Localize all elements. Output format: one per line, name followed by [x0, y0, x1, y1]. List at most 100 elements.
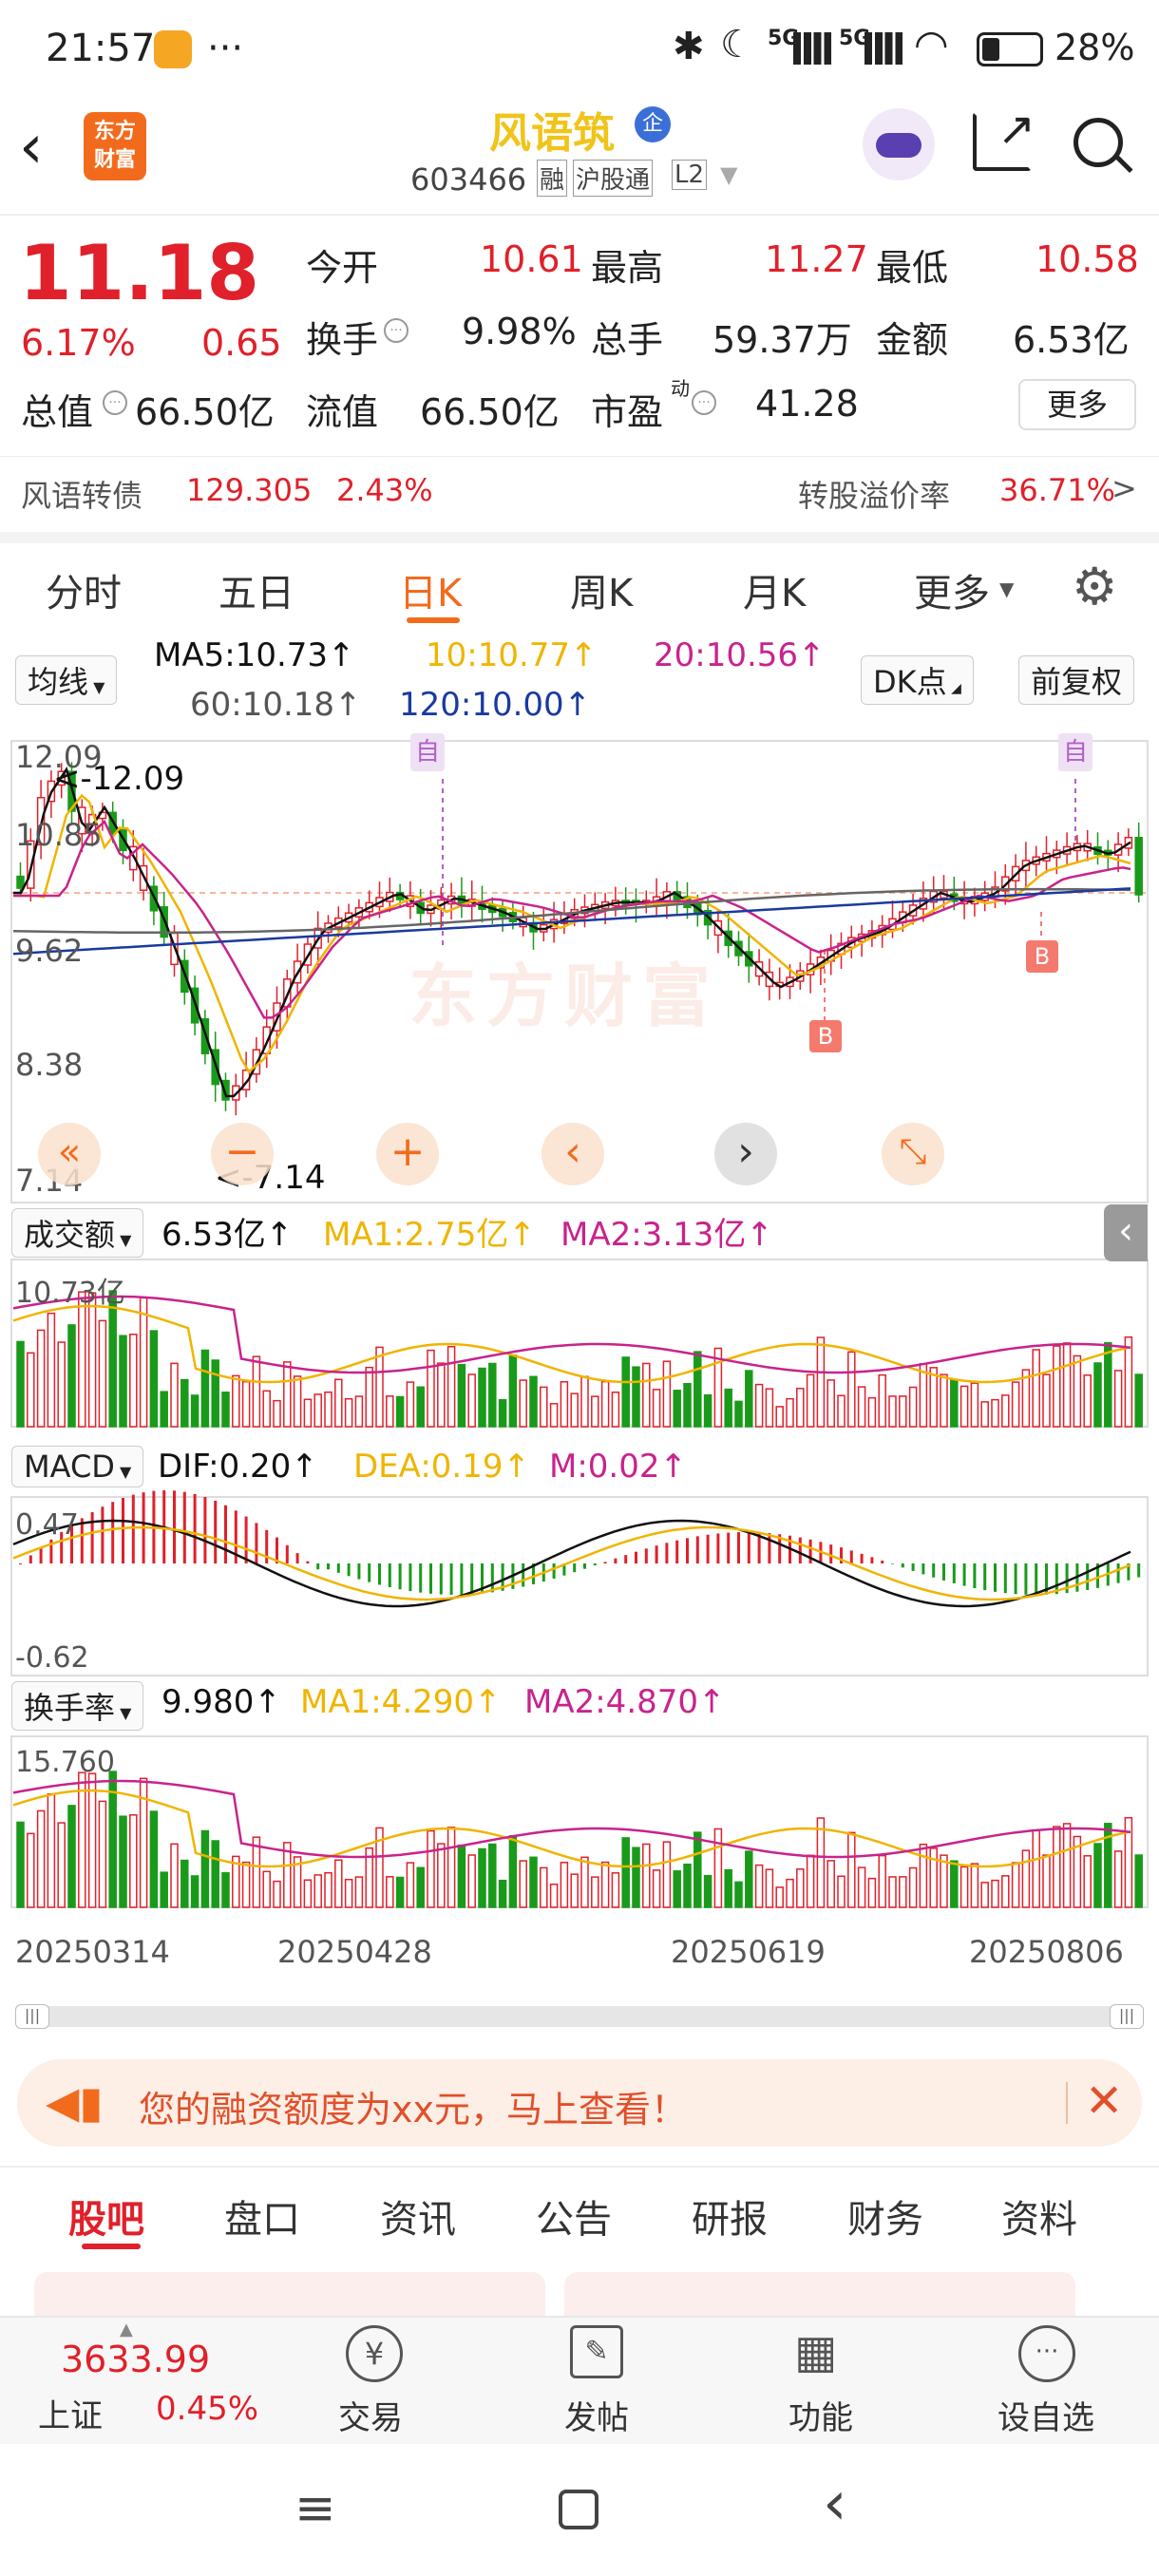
- zoom-out-icon[interactable]: −: [211, 1123, 274, 1185]
- zoom-in-icon[interactable]: +: [376, 1123, 439, 1185]
- tab-pankou[interactable]: 盘口: [224, 2188, 300, 2244]
- buy-marker-1[interactable]: B: [809, 1020, 842, 1052]
- more-dots-icon[interactable]: ···: [1018, 2325, 1075, 2382]
- macd-bar: [737, 1532, 740, 1563]
- tab-news[interactable]: 资讯: [380, 2188, 456, 2244]
- volume-bar: [1093, 1362, 1102, 1428]
- tab-monthly-k[interactable]: 月K: [743, 562, 806, 617]
- feed-card-left[interactable]: [34, 2272, 545, 2316]
- more-button[interactable]: 更多: [1018, 379, 1136, 430]
- volume-bar: [1062, 1342, 1072, 1428]
- back-nav-icon[interactable]: ‹: [823, 2469, 847, 2539]
- turnover-bar: [816, 1817, 826, 1908]
- turnover-bar: [437, 1843, 446, 1908]
- tab-announce[interactable]: 公告: [536, 2188, 612, 2244]
- trade-icon[interactable]: ¥: [346, 2325, 403, 2382]
- back-icon[interactable]: ‹: [19, 112, 44, 182]
- collapse-panel-icon[interactable]: ‹: [1104, 1204, 1148, 1261]
- turnover-bar: [314, 1874, 322, 1908]
- post-label[interactable]: 发帖: [564, 2392, 629, 2438]
- turnover-bar: [170, 1843, 179, 1908]
- volume-bar: [293, 1375, 302, 1428]
- scroll-handle-left[interactable]: |||: [15, 2004, 49, 2029]
- turnover-bar: [149, 1810, 159, 1908]
- kline-candles: [16, 762, 1143, 1116]
- convertible-bond-row[interactable]: 风语转债 129.305 2.43% 转股溢价率 36.71% >: [0, 456, 1159, 532]
- tab-guba[interactable]: 股吧: [68, 2188, 144, 2244]
- volume-bar: [57, 1341, 66, 1428]
- macd-bar: [522, 1563, 525, 1587]
- float-label: 流值: [306, 391, 379, 433]
- volume-selector[interactable]: 成交额 ▼: [11, 1208, 144, 1258]
- turnover-selector-label: 换手率: [24, 1690, 116, 1726]
- promo-banner[interactable]: ◀▮ 您的融资额度为xx元，马上查看！ ✕: [17, 2059, 1142, 2147]
- turnover-bar: [1001, 1875, 1010, 1908]
- tab-more[interactable]: 更多: [914, 562, 990, 617]
- turnover-bar: [540, 1866, 548, 1908]
- status-time: 21:57: [46, 27, 156, 70]
- dropdown-icon[interactable]: ▼: [720, 161, 737, 188]
- tab-profile[interactable]: 资料: [1001, 2188, 1077, 2244]
- self-select-marker-2[interactable]: 自: [1058, 733, 1092, 771]
- tab-intraday[interactable]: 分时: [46, 562, 122, 617]
- function-grid-icon[interactable]: ▦: [794, 2325, 837, 2378]
- turnover-selector[interactable]: 换手率 ▼: [11, 1681, 144, 1731]
- step-left-icon[interactable]: ‹: [542, 1123, 604, 1185]
- function-label[interactable]: 功能: [788, 2392, 853, 2438]
- tab-five-day[interactable]: 五日: [218, 562, 294, 617]
- turnover-bar: [36, 1809, 46, 1908]
- tab-research[interactable]: 研报: [692, 2188, 768, 2244]
- scroll-left-fast-icon[interactable]: «: [38, 1123, 101, 1185]
- macd-bar: [942, 1563, 945, 1581]
- macd-bar: [891, 1563, 894, 1564]
- macd-bar: [449, 1563, 453, 1595]
- tab-weekly-k[interactable]: 周K: [570, 562, 633, 617]
- close-icon[interactable]: ✕: [1085, 2074, 1123, 2128]
- app-notif-icon: [154, 30, 192, 68]
- macd-bar: [983, 1563, 987, 1591]
- volume-bar: [252, 1355, 261, 1428]
- info-icon[interactable]: ···: [103, 390, 127, 415]
- step-right-icon[interactable]: ›: [714, 1123, 777, 1185]
- turnover-info-icon[interactable]: ···: [384, 318, 408, 343]
- volume-ymax: 10.73亿: [15, 1277, 125, 1310]
- macd-bar: [1137, 1563, 1141, 1578]
- turnover-ma2-line: [12, 1779, 1131, 1859]
- tab-daily-k[interactable]: 日K: [399, 562, 462, 617]
- chart-scrollbar[interactable]: ||| |||: [15, 2004, 1144, 2029]
- add-watchlist-label[interactable]: 设自选: [998, 2392, 1094, 2438]
- candle-body: [1134, 836, 1143, 896]
- macd-bar: [203, 1496, 207, 1563]
- post-icon[interactable]: ✎: [570, 2325, 623, 2378]
- turnover-bar: [1021, 1849, 1031, 1908]
- index-value[interactable]: 3633.99: [61, 2339, 210, 2380]
- trade-label[interactable]: 交易: [338, 2392, 403, 2438]
- volume-bar: [694, 1351, 702, 1428]
- buy-marker-2[interactable]: B: [1026, 940, 1058, 973]
- volume-bar: [139, 1297, 148, 1428]
- home-nav-icon[interactable]: [559, 2490, 598, 2529]
- tab-finance[interactable]: 财务: [847, 2188, 923, 2244]
- self-select-marker-1[interactable]: 自: [410, 733, 445, 771]
- turnover-bar: [560, 1862, 569, 1908]
- scroll-handle-right[interactable]: |||: [1110, 2004, 1144, 2029]
- robot-avatar-icon[interactable]: [863, 108, 935, 180]
- turnover-bar: [354, 1876, 364, 1908]
- turnover-bar: [78, 1771, 86, 1908]
- watermark: 东方财富: [408, 957, 721, 1036]
- macd-bar: [655, 1545, 658, 1563]
- settings-gear-icon[interactable]: ⚙: [1072, 557, 1117, 616]
- turnover-bar: [591, 1876, 599, 1908]
- panel-frame-2: [10, 1496, 1149, 1676]
- volume-bar: [765, 1388, 774, 1428]
- pe-info-icon[interactable]: ···: [692, 390, 716, 415]
- y-label-2: 10.85: [15, 817, 103, 853]
- menu-nav-icon[interactable]: ≡: [294, 2480, 336, 2537]
- macd-selector[interactable]: MACD ▼: [11, 1446, 144, 1487]
- volume-bar: [160, 1391, 168, 1428]
- stock-name[interactable]: 风语筑: [489, 99, 615, 160]
- fullscreen-icon[interactable]: ⤡: [882, 1123, 944, 1185]
- feed-card-right[interactable]: [564, 2272, 1075, 2316]
- volume-bar: [796, 1388, 805, 1428]
- turnover-bar: [98, 1800, 107, 1908]
